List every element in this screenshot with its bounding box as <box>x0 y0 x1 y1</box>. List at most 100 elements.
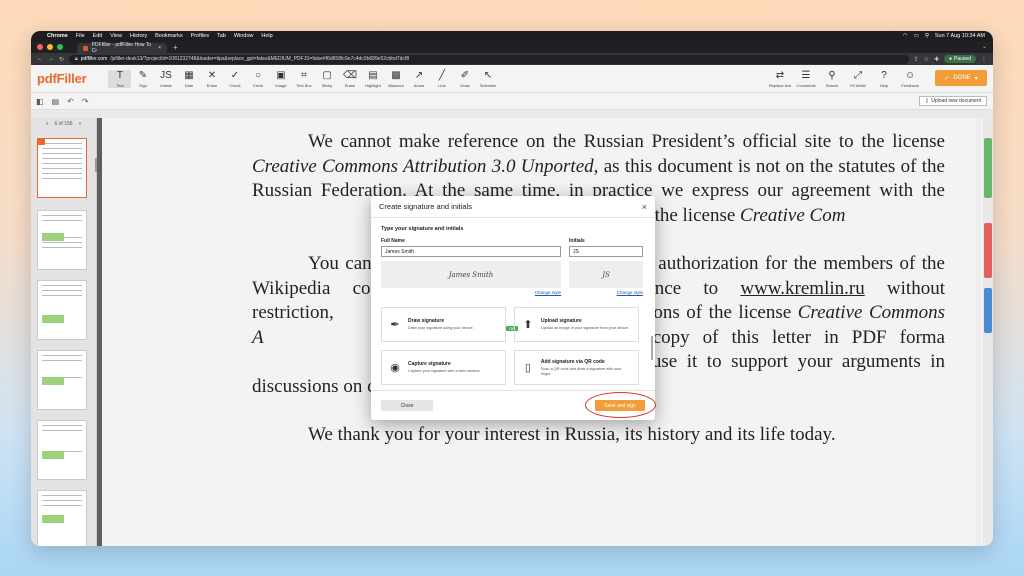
side-tab-green[interactable] <box>984 138 992 198</box>
side-tab-blue[interactable] <box>984 288 992 333</box>
tool-initials[interactable]: JS Initials <box>154 70 177 88</box>
tool-sign[interactable]: ✎ Sign <box>131 70 154 88</box>
menu-profiles[interactable]: Profiles <box>191 33 209 39</box>
tool-draw[interactable]: ✐ Draw <box>453 70 476 88</box>
tool-search[interactable]: ⚲ Search <box>819 70 845 88</box>
replace-text-icon: ⇄ <box>775 70 785 81</box>
signature-preview[interactable]: James Smith <box>381 261 561 288</box>
dialog-scrollbar[interactable] <box>651 336 653 360</box>
menu-history[interactable]: History <box>130 33 147 39</box>
tool-label: Text Box <box>296 82 312 88</box>
tool-highlight[interactable]: ▤ Highlight <box>361 70 384 88</box>
webcam-icon: ◉ <box>390 362 400 374</box>
tool-blackout[interactable]: ▩ Blackout <box>384 70 407 88</box>
tool-line[interactable]: ╱ Line <box>430 70 453 88</box>
redo-icon[interactable]: ↷ <box>82 97 89 106</box>
side-tab-red[interactable] <box>984 223 992 278</box>
close-tab-icon[interactable]: × <box>158 45 161 51</box>
tool-image[interactable]: ▣ Image <box>269 70 292 88</box>
document-scrollbar[interactable] <box>976 118 981 546</box>
upload-signature-option[interactable]: ⬆ Upload signature Upload an image of you… <box>514 307 639 342</box>
initials-input[interactable]: JS <box>569 246 643 257</box>
new-tab-icon[interactable]: + <box>167 43 184 53</box>
page-thumbnail[interactable] <box>37 138 87 198</box>
tool-check[interactable]: ✓ Check <box>223 70 246 88</box>
wifi-icon[interactable]: ◠ <box>903 33 908 39</box>
change-style-initials-link[interactable]: Change style <box>569 290 643 295</box>
page-thumbnail[interactable] <box>37 280 87 340</box>
phone-icon: ▯ <box>524 362 531 374</box>
page-thumbnail[interactable] <box>37 210 87 270</box>
feedback-icon: ☺ <box>904 70 916 81</box>
tool-arrow[interactable]: ↗ Arrow <box>407 70 430 88</box>
kremlin-link[interactable]: www.kremlin.ru <box>740 278 864 299</box>
tool-label: Selection <box>479 82 497 88</box>
maximize-window-icon[interactable] <box>57 44 63 50</box>
qr-signature-option[interactable]: ▯ Add signature via QR code Scan a QR cod… <box>514 350 639 385</box>
tool-comments[interactable]: ☰ Comments <box>793 70 819 88</box>
search-icon[interactable]: ⚲ <box>925 33 929 39</box>
tool-replace-text[interactable]: ⇄ Replace text <box>767 70 793 88</box>
tool-text[interactable]: T Text <box>108 69 132 88</box>
url-host: pdffiller.com <box>80 56 108 62</box>
battery-icon[interactable]: ▭ <box>914 33 919 39</box>
forward-icon[interactable]: → <box>48 56 54 62</box>
prev-page-icon[interactable]: « <box>46 121 49 127</box>
close-window-icon[interactable] <box>37 44 43 50</box>
next-page-icon[interactable]: » <box>79 121 82 127</box>
clock[interactable]: Sun 7 Aug 10:34 AM <box>935 33 985 39</box>
menu-window[interactable]: Window <box>234 33 254 39</box>
menu-tab[interactable]: Tab <box>217 33 226 39</box>
tool-label: Circle <box>252 82 264 88</box>
undo-icon[interactable]: ↶ <box>67 97 74 106</box>
menu-file[interactable]: File <box>76 33 85 39</box>
browser-tab[interactable]: PDFfiller - pdfFiller How To Cr × <box>77 42 167 54</box>
done-button[interactable]: ✓ DONE ▾ <box>935 70 987 86</box>
upload-new-document-button[interactable]: ▯ Upload new document <box>919 96 987 106</box>
menu-bookmarks[interactable]: Bookmarks <box>155 33 183 39</box>
back-icon[interactable]: ← <box>37 56 43 62</box>
draw-signature-option[interactable]: ✒ Draw signature Draw your signature usin… <box>381 307 506 342</box>
chevron-down-icon[interactable]: ⌄ <box>982 43 987 50</box>
pages-panel-icon[interactable]: ◧ <box>36 97 44 106</box>
initials-preview[interactable]: JS <box>569 261 643 288</box>
page-thumbnail[interactable] <box>37 490 87 546</box>
page-thumbnail[interactable] <box>37 350 87 410</box>
menubar-app[interactable]: Chrome <box>47 33 68 39</box>
pdffiller-logo[interactable]: pdfFiller <box>37 71 87 86</box>
close-button[interactable]: Close <box>381 400 433 411</box>
capture-signature-option[interactable]: ◉ Capture signature Capture your signatur… <box>381 350 506 385</box>
tool-erase2[interactable]: ⌫ Erase <box>338 70 361 88</box>
url-field[interactable]: 🔒︎ pdffiller.com/jsfiller-desk13/?projec… <box>69 54 909 64</box>
draw-icon: ✐ <box>460 69 470 81</box>
tool-label: Erase <box>344 82 356 88</box>
tool-textbox[interactable]: ⌗ Text Box <box>292 70 315 88</box>
minimize-window-icon[interactable] <box>47 44 53 50</box>
tool-selection[interactable]: ↖ Selection <box>476 70 499 88</box>
tool-date[interactable]: ▦ Date <box>177 70 200 88</box>
full-name-input[interactable]: James Smith <box>381 246 561 257</box>
tool-fit-width[interactable]: ⤢ Fit Width <box>845 70 871 88</box>
tool-circle[interactable]: ○ Circle <box>246 70 269 88</box>
tool-erase[interactable]: ✕ Erase <box>200 70 223 88</box>
menu-view[interactable]: View <box>110 33 122 39</box>
change-style-signature-link[interactable]: Change style <box>381 290 561 295</box>
menu-help[interactable]: Help <box>261 33 272 39</box>
check-icon: ✓ <box>230 69 240 81</box>
tool-label: Sticky <box>321 82 333 88</box>
menu-edit[interactable]: Edit <box>93 33 102 39</box>
profile-button[interactable]: ● Paused <box>944 55 976 63</box>
tool-help[interactable]: ? Help <box>871 70 897 88</box>
thumbnails-icon[interactable]: ▤ <box>52 97 60 106</box>
close-icon[interactable]: × <box>642 202 647 212</box>
star-icon[interactable]: ☆ <box>924 56 929 63</box>
reload-icon[interactable]: ↻ <box>59 56 64 63</box>
initials-icon: JS <box>160 69 172 81</box>
thumbnail-panel: « 6 of 156 » <box>31 118 97 546</box>
share-icon[interactable]: ⇪ <box>914 56 919 63</box>
page-thumbnail[interactable] <box>37 420 87 480</box>
extension-icon[interactable]: ✚ <box>934 56 939 63</box>
more-menu-icon[interactable]: ⋮ <box>981 56 987 63</box>
tool-sticky[interactable]: ▢ Sticky <box>315 70 338 88</box>
tool-feedback[interactable]: ☺ Feedback <box>897 70 923 88</box>
